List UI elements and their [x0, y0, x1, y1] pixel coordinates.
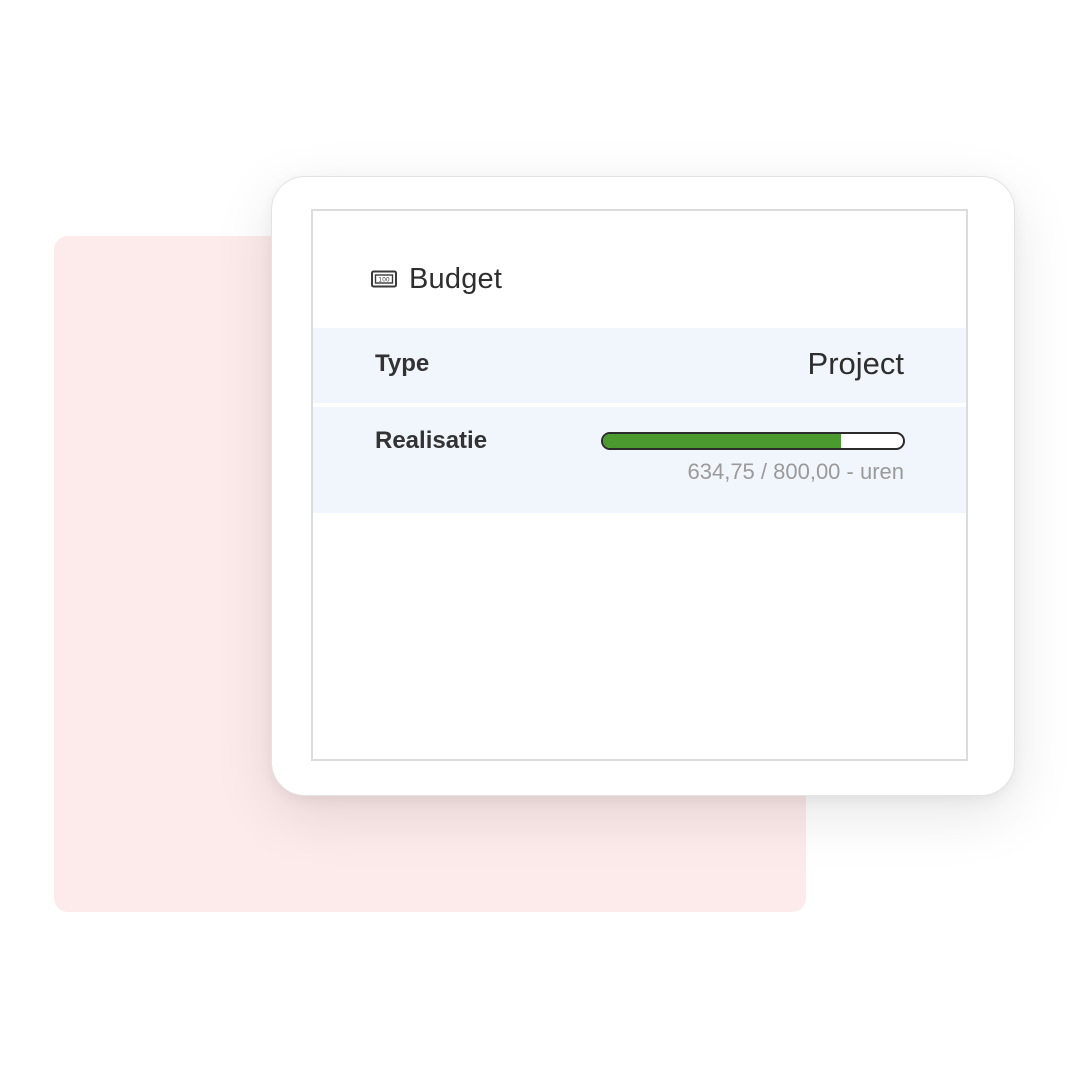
- device-frame: 100 Budget Type Project Realisatie 634,7…: [271, 176, 1015, 796]
- realisatie-label: Realisatie: [375, 427, 488, 454]
- panel-title: Budget: [409, 262, 503, 295]
- panel-header: 100 Budget: [371, 261, 502, 297]
- budget-panel: 100 Budget Type Project Realisatie 634,7…: [311, 209, 968, 761]
- money-bill-icon: 100: [371, 270, 397, 288]
- progress-fill: [603, 434, 842, 448]
- realisatie-progress-text: 634,75 / 800,00 - uren: [687, 459, 905, 484]
- realisatie-progress-bar: [601, 432, 905, 450]
- type-value: Project: [807, 346, 904, 381]
- row-realisatie: Realisatie 634,75 / 800,00 - uren: [313, 407, 966, 513]
- row-type: Type Project: [313, 328, 966, 403]
- stage: 100 Budget Type Project Realisatie 634,7…: [0, 0, 1080, 1080]
- type-label: Type: [375, 350, 430, 377]
- svg-text:100: 100: [378, 277, 390, 284]
